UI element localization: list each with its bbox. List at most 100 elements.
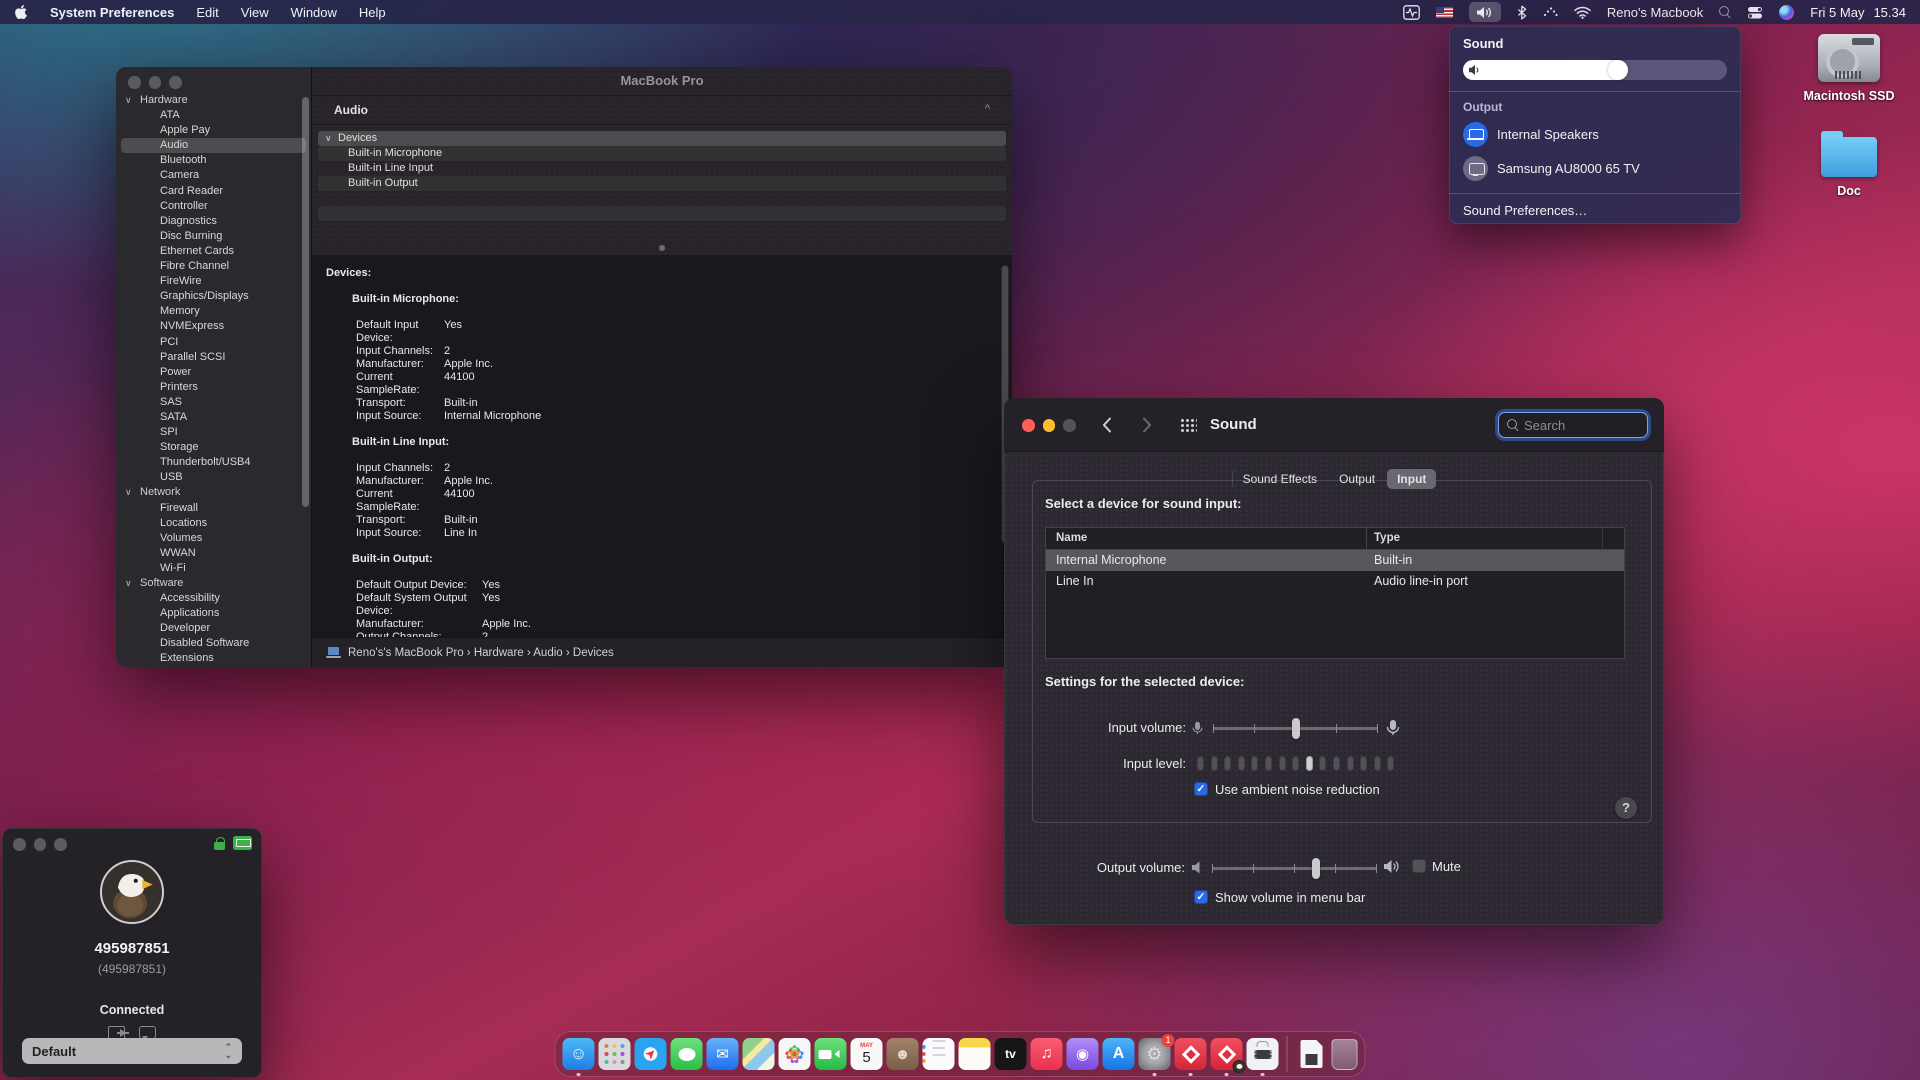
dock-app-store[interactable]: A [1103, 1038, 1135, 1070]
sidebar-item[interactable]: ∨Power [116, 365, 311, 380]
menu-window[interactable]: Window [291, 5, 337, 20]
menu-help[interactable]: Help [359, 5, 386, 20]
search-input[interactable] [1524, 418, 1624, 433]
sidebar-item[interactable]: ∨Applications [116, 606, 311, 621]
output-volume-slider[interactable] [1212, 864, 1377, 873]
sidebar-item[interactable]: ∨Developer [116, 621, 311, 636]
sidebar-item[interactable]: ∨Apple Pay [116, 123, 311, 138]
dock-trash[interactable] [1332, 1039, 1358, 1070]
titlebar[interactable]: Sound [1004, 398, 1664, 452]
sidebar-item[interactable]: ∨Fibre Channel [116, 259, 311, 274]
noise-reduction-checkbox[interactable] [1194, 782, 1208, 796]
sidebar-item[interactable]: ∨Audio [121, 138, 306, 153]
dock-maps[interactable] [743, 1038, 775, 1070]
dock-reminders[interactable] [923, 1038, 955, 1070]
device-tree-row[interactable]: ∨Built-in Output [318, 176, 1006, 191]
zoom-button[interactable] [1063, 419, 1076, 432]
dock-mail[interactable]: ✉ [707, 1038, 739, 1070]
sidebar-item[interactable]: ∨Card Reader [116, 184, 311, 199]
table-row[interactable]: Internal MicrophoneBuilt-in [1046, 550, 1624, 571]
sidebar-item[interactable]: ∨Parallel SCSI [116, 350, 311, 365]
device-tree-row[interactable]: ∨ [318, 221, 1006, 236]
sidebar-item[interactable]: ∨WWAN [116, 546, 311, 561]
minimize-button[interactable] [1043, 419, 1056, 432]
breadcrumb[interactable]: Reno's's MacBook Pro › Hardware › Audio … [348, 647, 614, 659]
dock-facetime[interactable] [815, 1038, 847, 1070]
dock-messages[interactable] [671, 1038, 703, 1070]
dock-finder[interactable]: ☺ [563, 1038, 595, 1070]
sidebar-item[interactable]: ∨SPI [116, 425, 311, 440]
dock-calendar[interactable]: MAY5 [851, 1038, 883, 1070]
desktop-volume-macintosh-ssd[interactable]: Macintosh SSD [1804, 34, 1895, 103]
input-source-flag-icon[interactable] [1436, 2, 1453, 22]
volume-menu-icon[interactable] [1469, 2, 1501, 22]
menu-bar-clock[interactable]: Fri 5 May 15.34 [1810, 5, 1906, 20]
device-name-menu-item[interactable]: Reno's Macbook [1607, 5, 1703, 20]
zoom-button[interactable] [169, 76, 182, 89]
active-app-menu[interactable]: System Preferences [50, 5, 174, 20]
mute-checkbox[interactable] [1412, 859, 1426, 873]
tab[interactable]: Sound Effects [1232, 469, 1328, 489]
sidebar-item[interactable]: ∨Graphics/Displays [116, 289, 311, 304]
device-tree-row[interactable]: ∨Built-in Microphone [318, 146, 1006, 161]
close-button[interactable] [13, 838, 26, 851]
minimize-button[interactable] [34, 838, 47, 851]
noise-reduction-label[interactable]: Use ambient noise reduction [1215, 782, 1380, 797]
window-controls[interactable] [128, 76, 182, 89]
sidebar-item[interactable]: ∨Software [116, 576, 311, 591]
input-volume-knob[interactable] [1292, 718, 1300, 739]
sidebar-item[interactable]: ∨Accessibility [116, 591, 311, 606]
search-field[interactable] [1498, 412, 1648, 438]
sidebar-item[interactable]: ∨Diagnostics [116, 214, 311, 229]
apple-menu-icon[interactable] [14, 2, 28, 22]
dock-anydesk[interactable] [1175, 1038, 1207, 1070]
sidebar-item[interactable]: ∨Thunderbolt/USB4 [116, 455, 311, 470]
window-title[interactable]: MacBook Pro [312, 67, 1012, 95]
column-type[interactable]: Type [1374, 532, 1400, 544]
zoom-button[interactable] [54, 838, 67, 851]
bluetooth-icon[interactable] [1517, 2, 1527, 22]
sidebar-item[interactable]: ∨NVMExpress [116, 319, 311, 334]
sidebar-item[interactable]: ∨SAS [116, 395, 311, 410]
sidebar-item[interactable]: ∨SATA [116, 410, 311, 425]
popover-volume-slider[interactable] [1463, 60, 1727, 80]
close-button[interactable] [1022, 419, 1035, 432]
forward-button[interactable] [1136, 414, 1158, 436]
sidebar-item[interactable]: ∨Bluetooth [116, 153, 311, 168]
mute-label[interactable]: Mute [1432, 859, 1461, 874]
tab[interactable]: Output [1329, 469, 1385, 489]
show-volume-label[interactable]: Show volume in menu bar [1215, 890, 1365, 905]
collapse-chevron-icon[interactable]: ^ [985, 103, 990, 115]
sidebar-item[interactable]: ∨FireWire [116, 274, 311, 289]
sidebar-item[interactable]: ∨Extensions [116, 651, 311, 666]
sidebar-item[interactable]: ∨Hardware [116, 93, 311, 108]
show-all-preferences-icon[interactable] [1180, 418, 1197, 433]
device-tree-row[interactable]: ∨ [318, 206, 1006, 221]
sidebar-item[interactable]: ∨Camera [116, 168, 311, 183]
menu-edit[interactable]: Edit [196, 5, 218, 20]
sidebar-item[interactable]: ∨Disc Burning [116, 229, 311, 244]
sidebar-item[interactable]: ∨Disabled Software [116, 636, 311, 651]
activity-waveform-icon[interactable] [1403, 2, 1420, 22]
output-volume-knob[interactable] [1312, 858, 1320, 879]
dock-document[interactable] [1296, 1038, 1328, 1070]
output-device-item[interactable]: Internal Speakers [1463, 121, 1727, 148]
dock-launchpad[interactable] [599, 1038, 631, 1070]
dock-system-preferences[interactable]: ⚙1 [1139, 1038, 1171, 1070]
close-button[interactable] [128, 76, 141, 89]
sidebar-item[interactable]: ∨PCI [116, 335, 311, 350]
sidebar-item[interactable]: ∨Ethernet Cards [116, 244, 311, 259]
sidebar-item[interactable]: ∨ATA [116, 108, 311, 123]
table-row[interactable]: Line InAudio line-in port [1046, 571, 1624, 592]
show-volume-checkbox[interactable] [1194, 890, 1208, 904]
sidebar-item[interactable]: ∨Network [116, 485, 311, 500]
popover-volume-knob[interactable] [1608, 60, 1628, 80]
tab[interactable]: Input [1387, 469, 1436, 489]
spotlight-search-icon[interactable] [1719, 2, 1731, 22]
minimize-button[interactable] [149, 76, 162, 89]
sidebar-item[interactable]: ∨USB [116, 470, 311, 485]
dock-chip-utility[interactable] [1247, 1038, 1279, 1070]
sidebar-item[interactable]: ∨Firewall [116, 501, 311, 516]
dock-anydesk-session[interactable] [1211, 1038, 1243, 1070]
wifi-icon[interactable] [1574, 2, 1591, 22]
